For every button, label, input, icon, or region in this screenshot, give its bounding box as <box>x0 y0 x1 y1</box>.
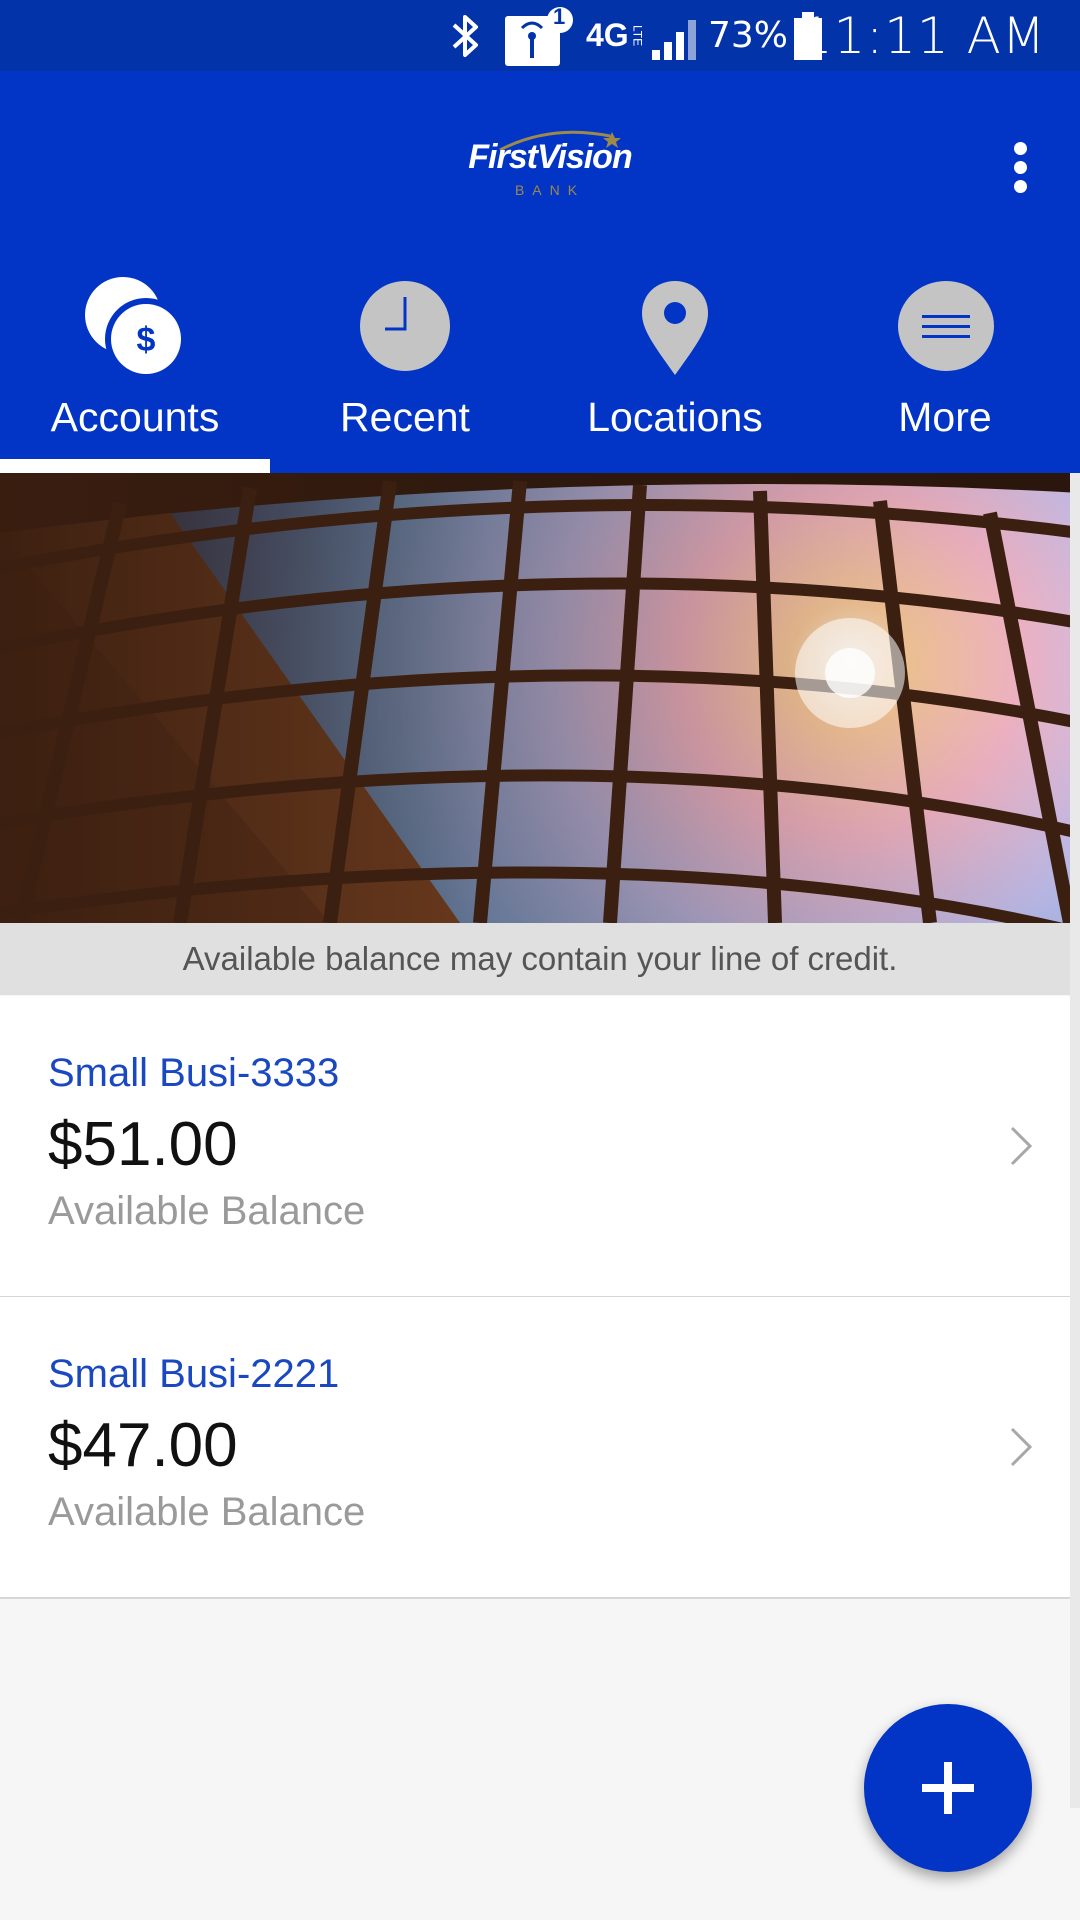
battery-percent: 73% <box>707 15 788 56</box>
tab-more[interactable]: More <box>810 265 1080 473</box>
tab-recent[interactable]: Recent <box>270 265 540 473</box>
svg-text:$: $ <box>137 321 156 359</box>
hero-banner-image <box>0 473 1080 923</box>
account-balance: $47.00 <box>48 1411 238 1480</box>
account-row[interactable]: Small Busi-3333 $51.00 Available Balance <box>0 996 1080 1298</box>
account-row[interactable]: Small Busi-2221 $47.00 Available Balance <box>0 1297 1080 1599</box>
app-header: FirstVision BANK $ Accounts Recent Locat… <box>0 71 1080 473</box>
account-name: Small Busi-3333 <box>48 1051 340 1095</box>
tab-selected-indicator <box>0 459 270 473</box>
plus-icon <box>922 1762 974 1814</box>
add-button[interactable] <box>864 1704 1032 1872</box>
account-balance: $51.00 <box>48 1110 238 1179</box>
tab-more-label: More <box>898 394 992 440</box>
bank-logo: FirstVision BANK <box>440 116 660 206</box>
account-name: Small Busi-2221 <box>48 1352 340 1396</box>
notification-count: 1 <box>553 4 566 29</box>
logo-subtitle: BANK <box>514 182 586 198</box>
scrollbar[interactable] <box>1070 473 1080 1808</box>
hotspot-icon: 1 <box>505 0 575 71</box>
credit-notice: Available balance may contain your line … <box>0 923 1080 995</box>
network-indicator: 4G LTE <box>586 0 645 71</box>
logo-wordmark: FirstVision <box>468 138 632 176</box>
signal-icon <box>650 0 702 71</box>
balance-label: Available Balance <box>48 1490 366 1534</box>
tab-accounts-label: Accounts <box>50 394 220 440</box>
status-bar: 1 4G LTE 73% 11:11 AM <box>0 0 1080 71</box>
bluetooth-icon <box>448 0 484 71</box>
overflow-menu-icon[interactable] <box>1000 131 1040 201</box>
tab-accounts[interactable]: $ Accounts <box>0 265 270 473</box>
tab-bar: $ Accounts Recent Locations More <box>0 265 1080 473</box>
network-subtype: LTE <box>630 24 645 47</box>
balance-label: Available Balance <box>48 1189 366 1233</box>
tab-recent-label: Recent <box>340 394 470 440</box>
clock-time: 11:11 AM <box>800 6 1046 65</box>
chevron-right-icon <box>1010 1126 1033 1166</box>
tab-locations-label: Locations <box>587 394 763 440</box>
chevron-right-icon <box>1010 1427 1033 1467</box>
tab-locations[interactable]: Locations <box>540 265 810 473</box>
network-type: 4G <box>586 17 629 53</box>
